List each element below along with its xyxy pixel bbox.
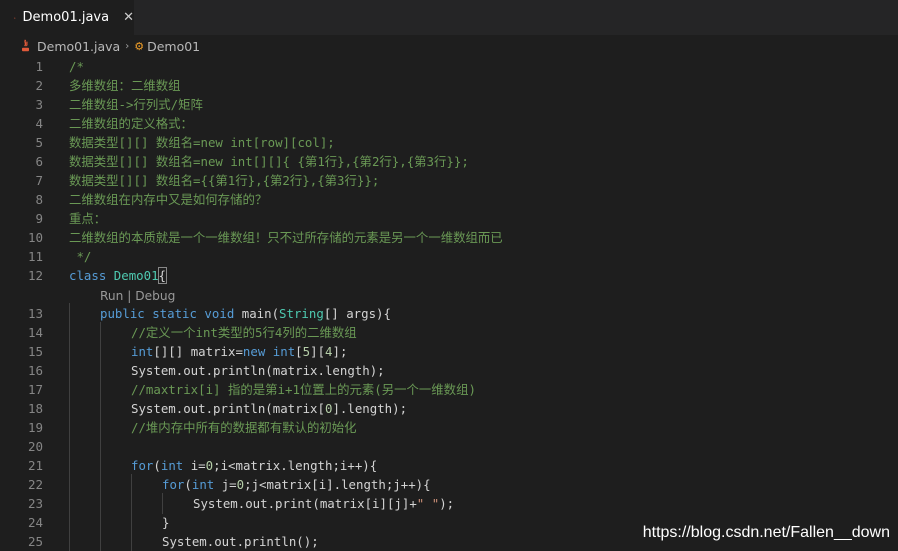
- code-line: 23 System.out.print(matrix[i][j]+" ");: [0, 494, 898, 513]
- code-line: 16 System.out.println(matrix.length);: [0, 361, 898, 380]
- code-line: 17 //maxtrix[i] 指的是第i+1位置上的元素(另一个一维数组): [0, 380, 898, 399]
- java-icon: [14, 16, 16, 19]
- chevron-right-icon: ›: [125, 40, 130, 52]
- code-text: class Demo01{: [69, 267, 168, 284]
- code-line: 2 多维数组：二维数组: [0, 76, 898, 95]
- code-text: public static void main(String[] args){: [100, 306, 391, 321]
- codelens: Run | Debug: [100, 288, 175, 305]
- line-number: 10: [27, 230, 43, 245]
- line-number: 14: [27, 325, 43, 340]
- code-line: 19 //堆内存中所有的数据都有默认的初始化: [0, 418, 898, 437]
- breadcrumb: Demo01.java › ⚙ Demo01: [0, 35, 898, 57]
- code-text: 数据类型[][] 数组名={{第1行},{第2行},{第3行}};: [69, 173, 380, 188]
- code-text: for(int i=0;i<matrix.length;i++){: [131, 458, 378, 473]
- code-text: System.out.println(matrix.length);: [131, 363, 385, 378]
- line-number: 6: [35, 154, 43, 169]
- code-text: 数据类型[][] 数组名=new int[row][col];: [69, 135, 335, 150]
- code-line: 22 for(int j=0;j<matrix[i].length;j++){: [0, 475, 898, 494]
- breadcrumb-file[interactable]: Demo01.java: [37, 39, 120, 54]
- code-line: 6 数据类型[][] 数组名=new int[][]{ {第1行},{第2行},…: [0, 152, 898, 171]
- code-text: //maxtrix[i] 指的是第i+1位置上的元素(另一个一维数组): [131, 382, 476, 397]
- java-icon: [22, 39, 29, 52]
- line-number: 15: [27, 344, 43, 359]
- code-text: 数据类型[][] 数组名=new int[][]{ {第1行},{第2行},{第…: [69, 154, 469, 169]
- code-text: int[][] matrix=new int[5][4];: [131, 344, 348, 359]
- close-icon[interactable]: ✕: [123, 11, 134, 24]
- code-line: 15 int[][] matrix=new int[5][4];: [0, 342, 898, 361]
- line-number: 23: [27, 496, 43, 511]
- code-text: System.out.print(matrix[i][j]+" ");: [193, 496, 455, 511]
- line-number: 3: [35, 97, 43, 112]
- line-number: 9: [35, 211, 43, 226]
- code-line: 4 二维数组的定义格式：: [0, 114, 898, 133]
- code-line: 13 public static void main(String[] args…: [0, 304, 898, 323]
- code-text: */: [69, 249, 92, 264]
- watermark: https://blog.csdn.net/Fallen__down: [642, 524, 890, 541]
- line-number: 17: [27, 382, 43, 397]
- code-line: 12 class Demo01{: [0, 266, 898, 285]
- line-number: 16: [27, 363, 43, 378]
- code-text: System.out.println(matrix[0].length);: [131, 401, 408, 416]
- line-number: 4: [35, 116, 43, 131]
- code-line: 7 数据类型[][] 数组名={{第1行},{第2行},{第3行}};: [0, 171, 898, 190]
- code-text: 二维数组->行列式/矩阵: [69, 97, 203, 112]
- code-text: 二维数组在内存中又是如何存储的？: [69, 192, 268, 207]
- tab-demo01-java[interactable]: Demo01.java ✕: [0, 0, 134, 35]
- code-line: 20: [0, 437, 898, 456]
- code-line: 18 System.out.println(matrix[0].length);: [0, 399, 898, 418]
- editor-tab-bar: Demo01.java ✕: [0, 0, 898, 35]
- code-line: 3 二维数组->行列式/矩阵: [0, 95, 898, 114]
- breadcrumb-symbol[interactable]: Demo01: [147, 39, 200, 54]
- codelens-separator: |: [123, 289, 136, 303]
- line-number: 12: [27, 268, 43, 283]
- line-number: 25: [27, 534, 43, 549]
- code-text: 重点：: [69, 211, 107, 226]
- codelens-run[interactable]: Run: [100, 289, 123, 303]
- line-number: 19: [27, 420, 43, 435]
- code-line: 10 二维数组的本质就是一个一维数组！只不过所存储的元素是另一个一维数组而已: [0, 228, 898, 247]
- code-text: 二维数组的本质就是一个一维数组！只不过所存储的元素是另一个一维数组而已: [69, 230, 503, 245]
- line-number: 5: [35, 135, 43, 150]
- line-number: 11: [27, 249, 43, 264]
- line-number: 22: [27, 477, 43, 492]
- code-line: 1 /*: [0, 57, 898, 76]
- line-number: 20: [27, 439, 43, 454]
- code-line: 8 二维数组在内存中又是如何存储的？: [0, 190, 898, 209]
- code-text: //堆内存中所有的数据都有默认的初始化: [131, 420, 357, 435]
- line-number: 7: [35, 173, 43, 188]
- line-number: 1: [35, 59, 43, 74]
- codelens-debug[interactable]: Debug: [135, 289, 175, 303]
- code-line: 21 for(int i=0;i<matrix.length;i++){: [0, 456, 898, 475]
- code-line: 9 重点：: [0, 209, 898, 228]
- code-text: //定义一个int类型的5行4列的二维数组: [131, 325, 357, 340]
- tab-title: Demo01.java: [22, 10, 110, 25]
- class-icon: ⚙: [134, 39, 145, 53]
- code-text: System.out.println();: [162, 534, 319, 549]
- code-text: for(int j=0;j<matrix[i].length;j++){: [162, 477, 431, 492]
- line-number: 2: [35, 78, 43, 93]
- code-text: /*: [69, 59, 84, 74]
- line-number: 13: [27, 306, 43, 321]
- code-editor[interactable]: 1 /* 2 多维数组：二维数组 3 二维数组->行列式/矩阵 4 二维数组的定…: [0, 57, 898, 551]
- code-text: 二维数组的定义格式：: [69, 116, 193, 131]
- code-line: 5 数据类型[][] 数组名=new int[row][col];: [0, 133, 898, 152]
- code-line: 11 */: [0, 247, 898, 266]
- line-number: 18: [27, 401, 43, 416]
- line-number: 24: [27, 515, 43, 530]
- line-number: 21: [27, 458, 43, 473]
- line-number: 8: [35, 192, 43, 207]
- code-text: }: [162, 515, 170, 530]
- code-line: 14 //定义一个int类型的5行4列的二维数组: [0, 323, 898, 342]
- code-text: 多维数组：二维数组: [69, 78, 181, 93]
